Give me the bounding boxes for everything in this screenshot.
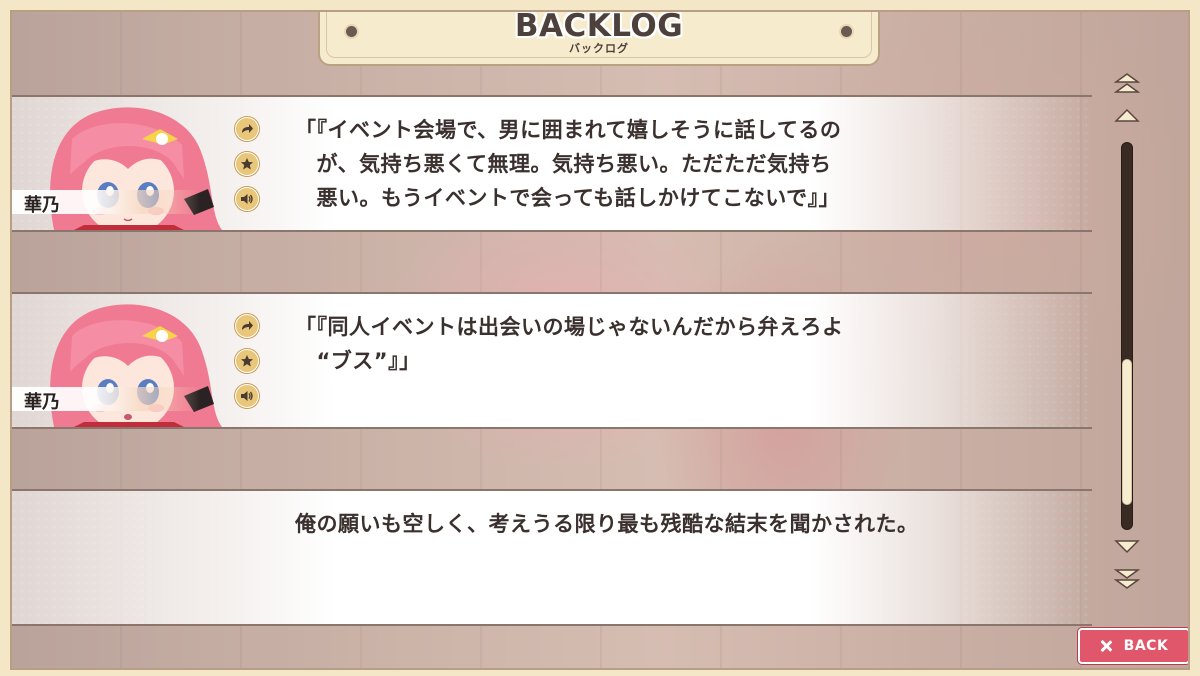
log-entry[interactable]: 華乃 「『イベント会場で、男に囲まれて嬉しそうに話してるの が、気持ち悪くて無理…	[10, 95, 1092, 232]
scroll-down-button[interactable]	[1114, 536, 1140, 558]
favorite-star-icon[interactable]	[235, 152, 259, 176]
backlog-title-plate: BACKLOG バックログ	[318, 0, 880, 66]
back-button[interactable]: BACK	[1078, 628, 1190, 664]
dialogue-text: 「『イベント会場で、男に囲まれて嬉しそうに話してるの が、気持ち悪くて無理。気持…	[295, 118, 842, 210]
log-entry[interactable]: 華乃 「『同人イベントは出会いの場じゃないんだから弁えろよ “ブス”』」	[10, 292, 1092, 429]
voice-replay-icon[interactable]	[235, 384, 259, 408]
scroll-to-top-button[interactable]	[1113, 72, 1141, 94]
scrollbar-thumb[interactable]	[1122, 359, 1132, 505]
log-entry[interactable]: 俺の願いも空しく、考えうる限り最も残酷な結末を聞かされた。	[10, 489, 1092, 626]
speaker-name: 華乃	[24, 392, 60, 413]
scrollbar-track[interactable]	[1121, 142, 1133, 530]
scroll-to-bottom-button[interactable]	[1113, 568, 1141, 590]
dialogue-text: 「『同人イベントは出会いの場じゃないんだから弁えろよ “ブス”』」	[295, 315, 844, 373]
back-button-label: BACK	[1123, 638, 1169, 654]
jump-icon[interactable]	[235, 314, 259, 338]
page-title: BACKLOG	[514, 8, 684, 44]
jump-icon[interactable]	[235, 117, 259, 141]
voice-replay-icon[interactable]	[235, 187, 259, 211]
close-icon	[1100, 640, 1112, 652]
page-subtitle: バックログ	[569, 42, 629, 55]
narration-text: 俺の願いも空しく、考えうる限り最も残酷な結末を聞かされた。	[295, 512, 919, 536]
favorite-star-icon[interactable]	[235, 349, 259, 373]
speaker-name: 華乃	[24, 195, 60, 216]
scroll-up-button[interactable]	[1114, 104, 1140, 126]
